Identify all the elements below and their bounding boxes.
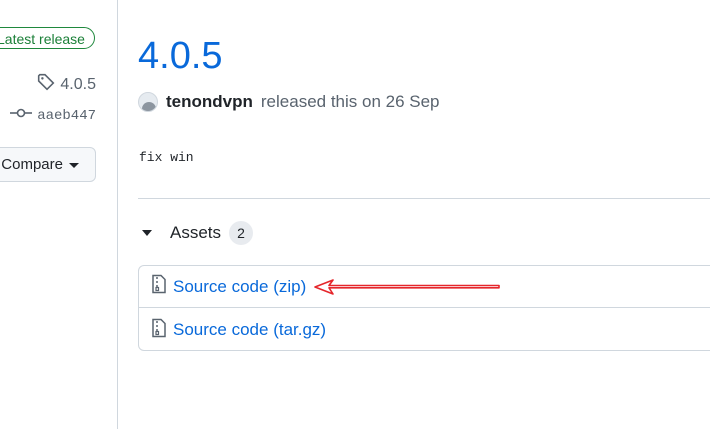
git-commit-icon: [10, 107, 33, 124]
compare-button[interactable]: Compare: [0, 147, 96, 182]
triangle-down-icon: [142, 230, 152, 236]
file-zip-icon: [151, 318, 167, 343]
compare-label: Compare: [1, 156, 63, 173]
asset-row[interactable]: Source code (tar.gz): [139, 309, 710, 351]
release-notes: fix win: [139, 150, 194, 165]
assets-count-badge: 2: [229, 221, 254, 245]
tag-icon: [37, 73, 55, 96]
commit-sha: aaeb447: [37, 107, 96, 124]
asset-format: (tar.gz): [273, 320, 327, 339]
release-title[interactable]: 4.0.5: [138, 34, 223, 78]
chevron-down-icon: [69, 163, 79, 168]
latest-release-badge: Latest release: [0, 27, 95, 49]
column-divider: [117, 0, 118, 429]
author-link[interactable]: tenondvpn: [166, 92, 253, 112]
annotation-arrow-icon: [314, 279, 500, 295]
release-tag-link[interactable]: 4.0.5: [37, 73, 96, 96]
file-zip-icon: [151, 274, 167, 299]
asset-link-targz[interactable]: Source code (tar.gz): [173, 320, 326, 340]
tag-label: 4.0.5: [60, 75, 96, 93]
asset-name: Source code: [173, 276, 269, 296]
avatar[interactable]: [138, 92, 158, 112]
asset-format: (zip): [273, 276, 307, 296]
asset-name: Source code: [173, 320, 269, 339]
section-divider: [138, 198, 710, 199]
asset-link-zip[interactable]: Source code (zip): [173, 277, 306, 297]
assets-label: Assets: [170, 223, 222, 242]
assets-toggle[interactable]: Assets 2: [142, 221, 254, 245]
released-text: released this on 26 Sep: [260, 92, 440, 111]
release-byline: tenondvpn released this on 26 Sep: [138, 92, 440, 112]
release-commit-link[interactable]: aaeb447: [10, 107, 96, 124]
release-sidebar: Latest release 4.0.5 aaeb447 Compare: [0, 0, 117, 429]
